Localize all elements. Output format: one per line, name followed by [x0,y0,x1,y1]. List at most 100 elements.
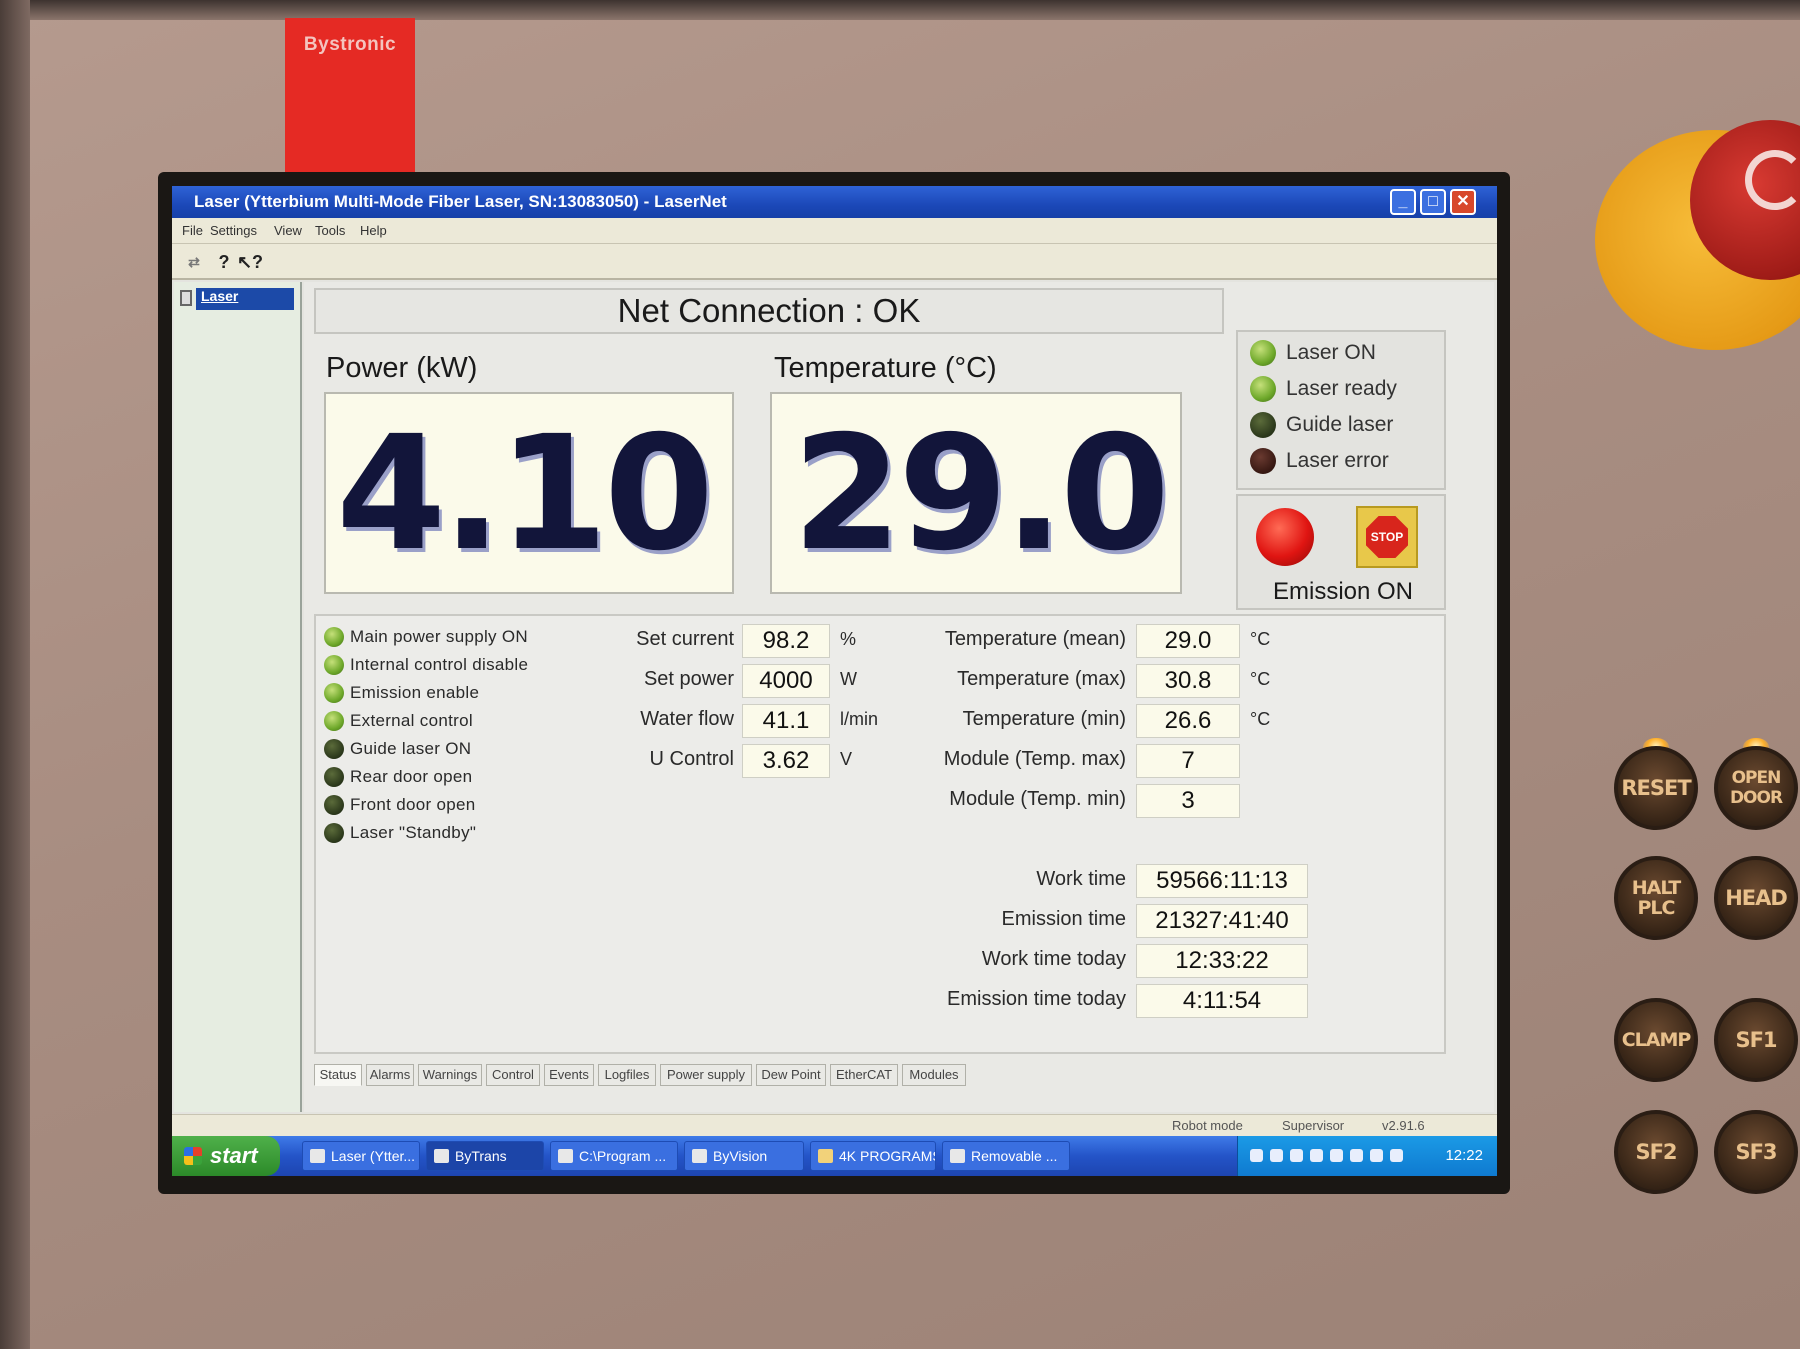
temp-mean-unit: °C [1250,629,1271,649]
status-bar: Robot mode Supervisor v2.91.6 [172,1114,1497,1136]
tab-ethercat[interactable]: EtherCAT [830,1064,898,1086]
menu-view[interactable]: View [274,223,302,238]
module-temp-max-value: 7 [1136,744,1240,778]
led-icon [1250,376,1276,402]
tab-power-supply[interactable]: Power supply [660,1064,752,1086]
sf3-button[interactable]: SF3 [1714,1110,1798,1194]
u-control-label: U Control [649,748,734,770]
panel-left-edge [0,0,30,1349]
tab-logfiles[interactable]: Logfiles [598,1064,656,1086]
minimize-button[interactable]: _ [1390,189,1416,215]
tray-icon[interactable] [1270,1149,1283,1162]
taskbar: start Laser (Ytter... ByTrans C:\Program… [172,1136,1497,1176]
set-current-label: Set current [636,628,734,650]
tray-icon[interactable] [1370,1149,1383,1162]
open-door-button[interactable]: OPEN DOOR [1714,746,1798,830]
connect-icon[interactable]: ⇄ [182,250,206,274]
menu-help[interactable]: Help [360,223,387,238]
head-button[interactable]: HEAD [1714,856,1798,940]
volume-icon[interactable] [1310,1149,1323,1162]
set-power-unit: W [840,669,857,689]
menu-settings[interactable]: Settings [210,223,257,238]
temp-mean-value: 29.0 [1136,624,1240,658]
stop-button[interactable]: STOP [1356,506,1418,568]
emission-status-label: Emission ON [1272,578,1414,605]
temp-max-label: Temperature (max) [957,668,1126,690]
app-icon [692,1149,707,1163]
screen: Laser (Ytterbium Multi-Mode Fiber Laser,… [172,186,1497,1176]
tray-icon[interactable] [1390,1149,1403,1162]
indicator-guide-laser: Guide laser [1250,412,1393,438]
water-flow-value: 41.1 [742,704,830,738]
detail-panel: Main power supply ON Internal control di… [314,614,1446,1054]
temp-min-value: 26.6 [1136,704,1240,738]
taskbar-item-command-prompt[interactable]: C:\Program ... [550,1141,678,1171]
water-flow-label: Water flow [640,708,734,730]
module-temp-min-value: 3 [1136,784,1240,818]
tab-dew-point[interactable]: Dew Point [756,1064,826,1086]
power-label: Power (kW) [326,352,478,384]
temp-min-label: Temperature (min) [962,708,1126,730]
flag-rear-door-open: Rear door open [324,766,472,787]
context-help-icon[interactable]: ↖? [237,250,263,274]
document-icon [180,290,192,306]
tab-warnings[interactable]: Warnings [418,1064,482,1086]
tab-events[interactable]: Events [544,1064,594,1086]
flag-laser-standby: Laser "Standby" [324,822,476,843]
tab-control[interactable]: Control [486,1064,540,1086]
tab-alarms[interactable]: Alarms [366,1064,414,1086]
work-time-today-value: 12:33:22 [1136,944,1308,978]
reset-button[interactable]: RESET [1614,746,1698,830]
app-icon [434,1149,449,1163]
clamp-button[interactable]: CLAMP [1614,998,1698,1082]
drive-icon [950,1149,965,1163]
led-icon [324,822,344,843]
indicator-laser-on: Laser ON [1250,340,1376,366]
sf1-button[interactable]: SF1 [1714,998,1798,1082]
menu-bar: File Settings View Tools Help [172,218,1497,244]
tab-status[interactable]: Status [314,1064,362,1086]
taskbar-item-laser[interactable]: Laser (Ytter... [302,1141,420,1171]
title-bar[interactable]: Laser (Ytterbium Multi-Mode Fiber Laser,… [172,186,1497,218]
indicator-laser-error: Laser error [1250,448,1389,474]
taskbar-item-byvision[interactable]: ByVision [684,1141,804,1171]
tray-icon[interactable] [1330,1149,1343,1162]
led-icon [1250,412,1276,438]
network-icon[interactable] [1250,1149,1263,1162]
temperature-label: Temperature (°C) [774,352,997,384]
indicator-laser-ready: Laser ready [1250,376,1397,402]
brand-strip: Bystronic [285,18,415,173]
folder-icon [818,1149,833,1163]
user-level-label: Supervisor [1282,1118,1345,1133]
tree-item-laser[interactable]: Laser [196,288,294,310]
flag-emission-enable: Emission enable [324,682,479,703]
help-icon[interactable]: ? [212,250,236,274]
maximize-button[interactable]: □ [1420,189,1446,215]
clock: 12:22 [1445,1147,1483,1164]
flag-guide-laser-on: Guide laser ON [324,738,471,759]
led-icon [1250,448,1276,474]
menu-file[interactable]: File [182,223,203,238]
toolbar: ⇄ ? ↖? [172,244,1497,280]
set-power-label: Set power [643,668,734,690]
taskbar-item-4k-programs[interactable]: 4K PROGRAMS [810,1141,936,1171]
emission-panel: STOP Emission ON [1236,494,1446,610]
start-button[interactable]: start [172,1136,280,1176]
taskbar-item-bytrans[interactable]: ByTrans [426,1141,544,1171]
module-temp-min-label: Module (Temp. min) [949,788,1126,810]
tray-icon[interactable] [1290,1149,1303,1162]
close-button[interactable]: ✕ [1450,189,1476,215]
tab-modules[interactable]: Modules [902,1064,966,1086]
status-indicators: Laser ON Laser ready Guide laser Laser e… [1236,330,1446,490]
halt-plc-button[interactable]: HALT PLC [1614,856,1698,940]
set-current-value: 98.2 [742,624,830,658]
net-connection-status: Net Connection : OK [314,288,1224,334]
work-time-label: Work time [1036,868,1126,890]
windows-logo-icon [184,1147,202,1165]
flag-external-control: External control [324,710,473,731]
taskbar-item-removable[interactable]: Removable ... [942,1141,1070,1171]
emission-time-label: Emission time [1001,908,1126,930]
tray-icon[interactable] [1350,1149,1363,1162]
menu-tools[interactable]: Tools [315,223,345,238]
sf2-button[interactable]: SF2 [1614,1110,1698,1194]
